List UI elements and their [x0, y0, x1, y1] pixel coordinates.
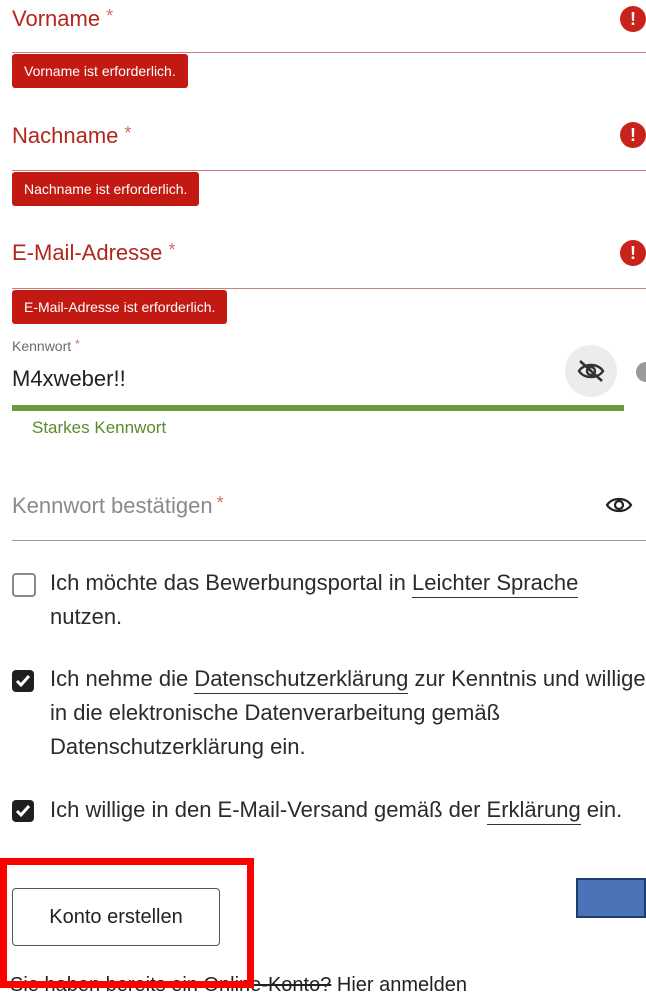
email-consent-text: Ich willige in den E-Mail-Versand gemäß …	[50, 793, 646, 827]
password-input[interactable]: M4xweber!!	[12, 366, 126, 392]
nachname-input-underline[interactable]	[12, 170, 646, 171]
privacy-text: Ich nehme die Datenschutzerklärung zur K…	[50, 666, 646, 759]
easy-language-text: Ich möchte das Bewerbungsportal in Leich…	[50, 570, 579, 629]
checkmark-icon	[15, 675, 31, 688]
login-link[interactable]: Hier anmelden	[337, 974, 467, 996]
email-error-message: E-Mail-Adresse ist erforderlich.	[12, 290, 228, 324]
nachname-label[interactable]: Nachname *	[12, 123, 131, 149]
error-icon: !	[620, 240, 646, 266]
password-strength-bar	[12, 405, 624, 411]
vorname-label[interactable]: Vorname *	[12, 6, 113, 32]
blue-overlay-box	[576, 878, 646, 918]
nachname-error-message: Nachname ist erforderlich.	[12, 172, 200, 206]
confirm-password-underline[interactable]	[12, 540, 646, 541]
login-prompt: Sie haben bereits ein Online-Konto? Hier…	[10, 974, 467, 996]
vorname-error-message: Vorname ist erforderlich.	[12, 54, 188, 88]
help-icon[interactable]	[636, 362, 646, 382]
password-label: Kennwort *	[12, 337, 80, 354]
easy-language-link[interactable]: Leichter Sprache	[411, 570, 579, 598]
toggle-password-visibility-button[interactable]	[565, 345, 617, 397]
email-input-underline[interactable]	[12, 288, 646, 289]
confirm-password-label[interactable]: Kennwort bestätigen *	[12, 493, 224, 519]
error-icon: !	[620, 6, 646, 32]
eye-icon[interactable]	[604, 493, 634, 517]
declaration-link[interactable]: Erklärung	[486, 797, 581, 825]
email-label[interactable]: E-Mail-Adresse *	[12, 240, 175, 266]
email-consent-checkbox[interactable]	[12, 800, 34, 822]
error-icon: !	[620, 122, 646, 148]
easy-language-checkbox[interactable]	[12, 573, 36, 597]
privacy-checkbox[interactable]	[12, 670, 34, 692]
create-account-button[interactable]: Konto erstellen	[12, 888, 220, 946]
password-strength-text: Starkes Kennwort	[32, 418, 167, 437]
privacy-policy-link[interactable]: Datenschutzerklärung	[194, 666, 409, 694]
eye-off-icon	[577, 360, 605, 382]
checkmark-icon	[15, 805, 31, 818]
vorname-input-underline[interactable]	[12, 52, 646, 53]
